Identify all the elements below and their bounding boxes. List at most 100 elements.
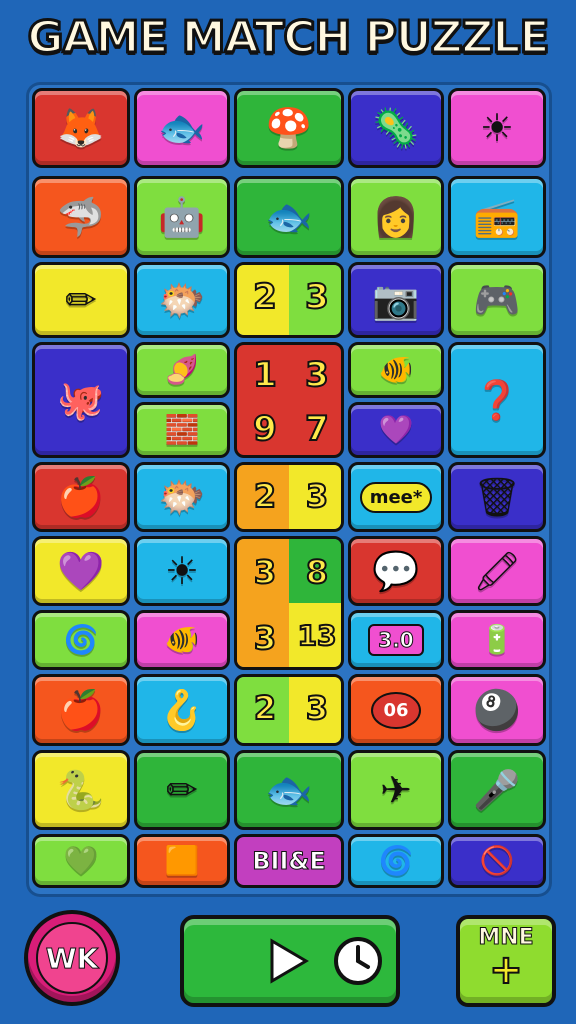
tile-blob[interactable]: 🦠 bbox=[348, 88, 444, 168]
swirl-small-icon: 🌀 bbox=[378, 844, 414, 877]
tile-square[interactable]: 🟧 bbox=[134, 834, 230, 888]
number-left: 2 bbox=[253, 476, 277, 516]
tile-hook[interactable]: 🪝 bbox=[134, 674, 230, 746]
tile-fish-key[interactable]: 🐟 bbox=[234, 176, 344, 258]
fish-key-icon: 🐟 bbox=[265, 195, 313, 239]
number-tl: 3 bbox=[253, 552, 277, 592]
pufferfish-icon: 🐡 bbox=[158, 278, 206, 322]
wk-button[interactable]: WK bbox=[24, 910, 120, 1006]
number-tile-row6[interactable]: 2 3 bbox=[234, 462, 344, 532]
tile-octopus[interactable]: 🐙 bbox=[32, 342, 130, 458]
number-left: 2 bbox=[252, 276, 278, 318]
ball-icon: 🎱 bbox=[473, 688, 521, 732]
face-icon: 👩 bbox=[372, 195, 420, 239]
counter-tile[interactable]: 3.0 bbox=[348, 610, 444, 670]
tile-puffer-red[interactable]: 🐡 bbox=[134, 462, 230, 532]
tile-potato[interactable]: 🍠 bbox=[134, 342, 230, 398]
octopus-icon: 🐙 bbox=[57, 378, 105, 422]
oval-tile[interactable]: 06 bbox=[348, 674, 444, 746]
blocks-icon: 🧱 bbox=[164, 413, 200, 446]
tile-mic[interactable]: 🎤 bbox=[448, 750, 546, 830]
tile-apple-orange[interactable]: 🍎 bbox=[32, 674, 130, 746]
tile-ball[interactable]: 🎱 bbox=[448, 674, 546, 746]
tile-swirl[interactable]: 🌀 bbox=[32, 610, 130, 670]
square-icon: 🟧 bbox=[164, 844, 200, 877]
bin-icon: 🗑 bbox=[472, 475, 522, 519]
swirl-icon: 🌀 bbox=[63, 623, 99, 656]
number-br: 7 bbox=[304, 408, 330, 450]
tile-worm[interactable]: 🐍 bbox=[32, 750, 130, 830]
mushroom-icon: 🍄 bbox=[265, 106, 313, 150]
tile-fish[interactable]: 🐟 bbox=[134, 88, 230, 168]
oval-label: 06 bbox=[371, 691, 421, 729]
tile-fox[interactable]: 🦊 bbox=[32, 88, 130, 168]
blob-icon: 🦠 bbox=[372, 106, 420, 150]
tile-fish-pink[interactable]: 🐠 bbox=[348, 342, 444, 398]
tile-question[interactable]: ❓ bbox=[448, 342, 546, 458]
tile-pencil-green[interactable]: ✏ bbox=[134, 750, 230, 830]
number-tile-big[interactable]: 1 3 9 7 bbox=[234, 342, 344, 458]
tile-pencil[interactable]: ✏ bbox=[32, 262, 130, 338]
tile-blocks[interactable]: 🧱 bbox=[134, 402, 230, 458]
plus-icon: + bbox=[488, 947, 524, 993]
tile-heart-green[interactable]: 💚 bbox=[32, 834, 130, 888]
number-tile-row3[interactable]: 2 3 bbox=[234, 262, 344, 338]
number-tile-row9[interactable]: 2 3 bbox=[234, 674, 344, 746]
camera-icon: 📷 bbox=[372, 278, 420, 322]
tile-sun[interactable]: ☀ bbox=[448, 88, 546, 168]
crayon-icon: 🖍 bbox=[472, 549, 522, 593]
tile-pufferfish[interactable]: 🐡 bbox=[134, 262, 230, 338]
play-button[interactable] bbox=[180, 915, 400, 1007]
tile-plane[interactable]: ✈ bbox=[348, 750, 444, 830]
tile-heart[interactable]: 💜 bbox=[32, 536, 130, 606]
number-right: 3 bbox=[305, 688, 329, 728]
robot-icon: 🤖 bbox=[158, 195, 206, 239]
radio-icon: 📻 bbox=[473, 195, 521, 239]
fish-icon: 🐟 bbox=[158, 106, 206, 150]
number-right: 3 bbox=[305, 476, 329, 516]
tile-battery[interactable]: 🔋 bbox=[448, 610, 546, 670]
tile-crayon[interactable]: 🖍 bbox=[448, 536, 546, 606]
number-br: 13 bbox=[297, 618, 338, 653]
clock-icon bbox=[334, 937, 382, 985]
number-left: 2 bbox=[253, 688, 277, 728]
hook-icon: 🪝 bbox=[158, 688, 206, 732]
tile-fish-key2[interactable]: 🐟 bbox=[234, 750, 344, 830]
worm-icon: 🐍 bbox=[57, 768, 105, 812]
heart-icon: 💜 bbox=[57, 549, 105, 593]
number-tile-tall[interactable]: 3 8 3 13 bbox=[234, 536, 344, 670]
apple-orange-icon: 🍎 bbox=[57, 688, 105, 732]
fish-pink-icon: 🐠 bbox=[378, 353, 414, 386]
number-tr: 3 bbox=[304, 354, 330, 396]
tile-sun-face[interactable]: ☀ bbox=[134, 536, 230, 606]
sun-face-icon: ☀ bbox=[164, 549, 200, 593]
wk-label: WK bbox=[36, 922, 108, 994]
tile-camera[interactable]: 📷 bbox=[348, 262, 444, 338]
tile-apple[interactable]: 🍎 bbox=[32, 462, 130, 532]
tile-chat[interactable]: 💬 bbox=[348, 536, 444, 606]
tile-mushroom[interactable]: 🍄 bbox=[234, 88, 344, 168]
tile-fish-pink2[interactable]: 🐠 bbox=[134, 610, 230, 670]
plane-icon: ✈ bbox=[380, 768, 412, 812]
tile-gamepad[interactable]: 🎮 bbox=[448, 262, 546, 338]
page-title: GAME MATCH PUZZLE bbox=[26, 11, 551, 65]
card-tile[interactable]: mee* bbox=[348, 462, 444, 532]
more-button[interactable]: MNE + bbox=[456, 915, 556, 1007]
tile-shark[interactable]: 🦈 bbox=[32, 176, 130, 258]
pencil-green-icon: ✏ bbox=[166, 768, 198, 812]
tile-bin[interactable]: 🗑 bbox=[448, 462, 546, 532]
tile-radio[interactable]: 📻 bbox=[448, 176, 546, 258]
fox-icon: 🦊 bbox=[57, 106, 105, 150]
tile-robot[interactable]: 🤖 bbox=[134, 176, 230, 258]
mic-icon: 🎤 bbox=[473, 768, 521, 812]
tile-swirl-small[interactable]: 🌀 bbox=[348, 834, 444, 888]
chat-icon: 💬 bbox=[372, 549, 420, 593]
tile-face[interactable]: 👩 bbox=[348, 176, 444, 258]
special-tile[interactable]: BII&E bbox=[234, 834, 344, 888]
star-heart-icon: 💜 bbox=[378, 413, 414, 446]
apple-icon: 🍎 bbox=[57, 475, 105, 519]
tile-ban[interactable]: 🚫 bbox=[448, 834, 546, 888]
tile-star-heart[interactable]: 💜 bbox=[348, 402, 444, 458]
question-icon: ❓ bbox=[473, 378, 521, 422]
card-label: mee* bbox=[359, 481, 433, 513]
